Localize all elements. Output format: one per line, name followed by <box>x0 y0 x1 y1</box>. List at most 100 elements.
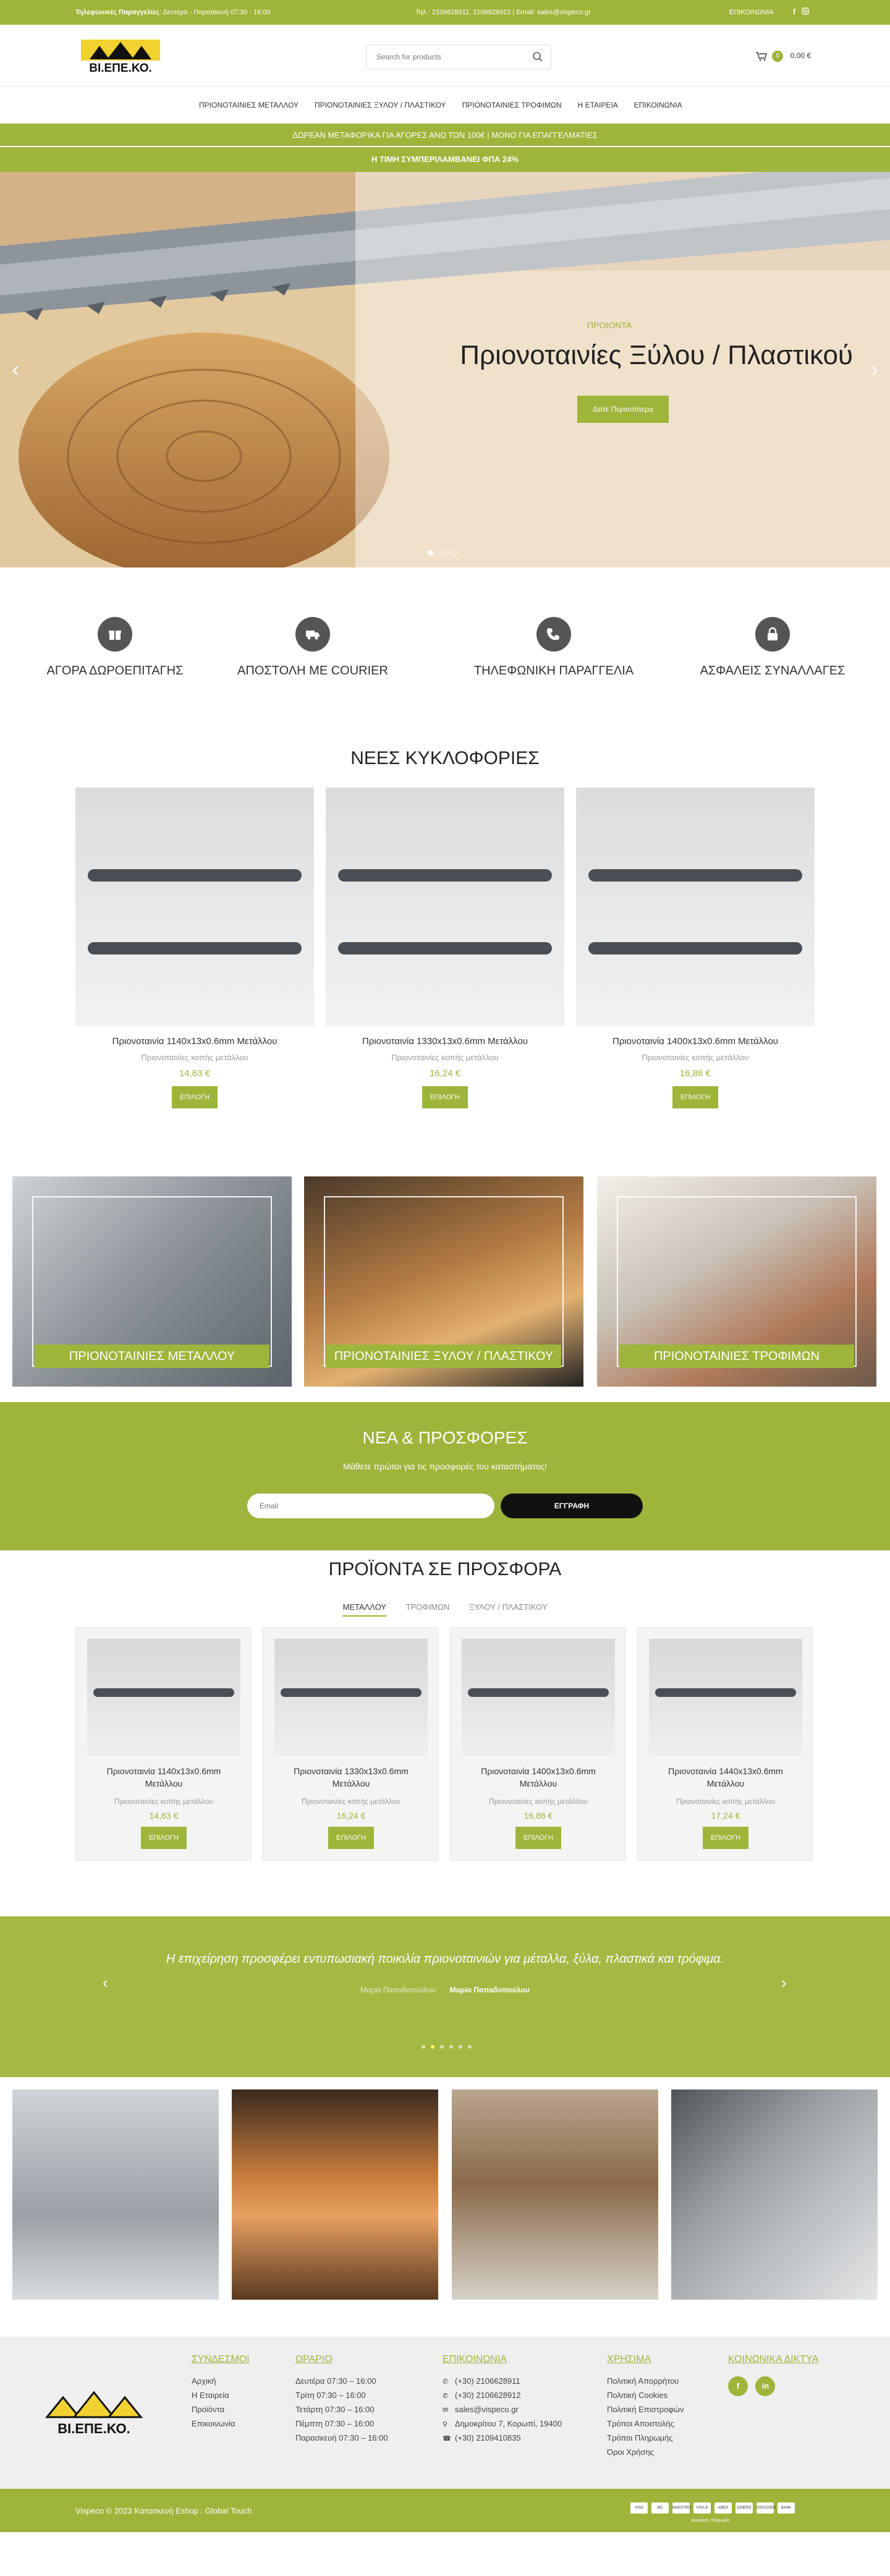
testimonial-dot[interactable] <box>449 2045 453 2049</box>
tab-metal[interactable]: ΜΕΤΑΛΛΟΥ <box>342 1602 387 1617</box>
gallery-image[interactable] <box>452 2089 658 2300</box>
payment-icon: VISA E <box>693 2502 711 2514</box>
site-logo[interactable]: ΒΙ.ΕΠΕ.ΚΟ. <box>77 38 164 75</box>
footer-contact-phone[interactable]: ✆ (+30) 2106628912 <box>443 2391 562 2400</box>
hero-dot[interactable] <box>439 550 445 556</box>
category-label[interactable]: ΠΡΙΟΝΟΤΑΙΝΙΕΣ ΜΕΤΑΛΛΟΥ <box>35 1345 269 1368</box>
gallery-image[interactable] <box>671 2089 878 2300</box>
testimonial-dot[interactable] <box>440 2045 444 2049</box>
product-image[interactable] <box>462 1639 615 1756</box>
footer-link[interactable]: Όροι Χρήσης <box>607 2447 684 2457</box>
cart-icon[interactable] <box>755 51 768 61</box>
linkedin-icon[interactable]: in <box>755 2376 776 2396</box>
product-category[interactable]: Πριονοταινίες κοπής μετάλλου <box>576 1053 815 1062</box>
category-metal[interactable]: ΠΡΙΟΝΟΤΑΙΝΙΕΣ ΜΕΤΑΛΛΟΥ <box>12 1176 292 1387</box>
testimonial-dot[interactable] <box>431 2045 434 2049</box>
search-icon[interactable] <box>532 51 543 62</box>
footer-link[interactable]: Πολιτική Cookies <box>607 2391 684 2400</box>
hero-next-arrow-icon[interactable]: › <box>865 357 884 382</box>
facebook-icon[interactable]: f <box>728 2376 748 2396</box>
select-option-button[interactable]: ΕΠΙΛΟΓΗ <box>422 1086 468 1108</box>
product-image[interactable] <box>75 788 314 1026</box>
search-input[interactable] <box>367 45 521 69</box>
newsletter-subscribe-button[interactable]: ΕΓΓΡΑΦΗ <box>501 1494 643 1518</box>
select-option-button[interactable]: ΕΠΙΛΟΓΗ <box>172 1086 218 1108</box>
feature-secure[interactable]: ΑΣΦΑΛΕΙΣ ΣΥΝΑΛΛΑΓΕΣ <box>680 617 865 678</box>
select-option-button[interactable]: ΕΠΙΛΟΓΗ <box>141 1827 187 1849</box>
select-option-button[interactable]: ΕΠΙΛΟΓΗ <box>703 1827 748 1849</box>
offer-product-card[interactable]: Πριονοταινία 1400x13x0.6mm Μετάλλου Πριο… <box>450 1627 625 1861</box>
feature-phone-order[interactable]: ΤΗΛΕΦΩΝΙΚΗ ΠΑΡΑΓΓΕΛΙΑ <box>461 617 646 678</box>
hero-cta-button[interactable]: Δείτε Περισσότερα <box>577 396 669 423</box>
hero-dot[interactable] <box>428 550 433 556</box>
testimonial-dot[interactable] <box>422 2045 425 2049</box>
footer-link[interactable]: Αρχική <box>192 2376 250 2386</box>
select-option-button[interactable]: ΕΠΙΛΟΓΗ <box>672 1086 718 1108</box>
product-name[interactable]: Πριονοταινία 1330x13x0.6mm Μετάλλου <box>326 1036 564 1047</box>
feature-courier[interactable]: ΑΠΟΣΤΟΛΗ ΜΕ COURIER <box>220 617 405 678</box>
instagram-icon[interactable] <box>801 7 810 16</box>
product-name[interactable]: Πριονοταινία 1440x13x0.6mm Μετάλλου <box>650 1765 801 1790</box>
select-option-button[interactable]: ΕΠΙΛΟΓΗ <box>515 1827 561 1849</box>
testimonial-prev-arrow-icon[interactable]: ‹ <box>103 1973 108 1992</box>
hero-dot[interactable] <box>451 550 457 556</box>
footer-contact-email[interactable]: ✉ sales@vispeco.gr <box>443 2405 562 2414</box>
nav-item-contact[interactable]: ΕΠΙΚΟΙΝΩΝΙΑ <box>634 101 682 109</box>
footer-link[interactable]: Πολιτική Απορρήτου <box>607 2376 684 2386</box>
product-name[interactable]: Πριονοταινία 1330x13x0.6mm Μετάλλου <box>276 1765 426 1790</box>
footer-link[interactable]: Τρόποι Αποστολής <box>607 2419 684 2428</box>
product-image[interactable] <box>326 788 564 1026</box>
gallery-image[interactable] <box>232 2089 438 2300</box>
cart-widget[interactable]: 0 0,00 € <box>755 51 811 63</box>
nav-item-wood-plastic[interactable]: ΠΡΙΟΝΟΤΑΙΝΙΕΣ ΞΥΛΟΥ / ΠΛΑΣΤΙΚΟΥ <box>315 101 446 109</box>
product-name[interactable]: Πριονοταινία 1140x13x0.6mm Μετάλλου <box>88 1765 239 1790</box>
offer-product-card[interactable]: Πριονοταινία 1140x13x0.6mm Μετάλλου Πριο… <box>75 1627 251 1861</box>
nav-item-company[interactable]: Η ΕΤΑΙΡΕΙΑ <box>578 101 618 109</box>
product-category[interactable]: Πριονοταινίες κοπής μετάλλου <box>451 1797 626 1806</box>
hero-prev-arrow-icon[interactable]: ‹ <box>6 357 25 382</box>
footer-link[interactable]: Προϊόντα <box>192 2405 250 2414</box>
newsletter-email-input[interactable] <box>247 1494 494 1518</box>
product-card[interactable]: Πριονοταινία 1140x13x0.6mm Μετάλλου Πριο… <box>75 788 314 1108</box>
product-name[interactable]: Πριονοταινία 1140x13x0.6mm Μετάλλου <box>75 1036 314 1047</box>
gallery-image[interactable] <box>12 2089 219 2300</box>
footer-contact-phone[interactable]: ✆ (+30) 2106628911 <box>443 2376 562 2386</box>
product-card[interactable]: Πριονοταινία 1330x13x0.6mm Μετάλλου Πριο… <box>326 788 564 1108</box>
category-wood-plastic[interactable]: ΠΡΙΟΝΟΤΑΙΝΙΕΣ ΞΥΛΟΥ / ΠΛΑΣΤΙΚΟΥ <box>304 1176 583 1387</box>
footer-link[interactable]: Πολιτική Επιστροφών <box>607 2405 684 2414</box>
category-food[interactable]: ΠΡΙΟΝΟΤΑΙΝΙΕΣ ΤΡΟΦΙΜΩΝ <box>597 1176 876 1387</box>
testimonial-dot[interactable] <box>468 2045 472 2049</box>
product-category[interactable]: Πριονοταινίες κοπής μετάλλου <box>76 1797 252 1806</box>
product-image[interactable] <box>576 788 815 1026</box>
offer-product-card[interactable]: Πριονοταινία 1440x13x0.6mm Μετάλλου Πριο… <box>637 1627 813 1861</box>
footer-link[interactable]: Τρόποι Πληρωμής <box>607 2433 684 2442</box>
product-image[interactable] <box>87 1639 240 1756</box>
testimonial-next-arrow-icon[interactable]: › <box>781 1973 787 1992</box>
nav-item-food[interactable]: ΠΡΙΟΝΟΤΑΙΝΙΕΣ ΤΡΟΦΙΜΩΝ <box>462 101 562 109</box>
select-option-button[interactable]: ΕΠΙΛΟΓΗ <box>328 1827 374 1849</box>
footer-link[interactable]: Επικοινωνία <box>192 2419 250 2428</box>
product-image[interactable] <box>649 1639 802 1756</box>
product-category[interactable]: Πριονοταινίες κοπής μετάλλου <box>75 1053 314 1062</box>
product-category[interactable]: Πριονοταινίες κοπής μετάλλου <box>638 1797 813 1806</box>
footer-logo[interactable]: ΒΙ.ΕΠΕ.ΚΟ. <box>38 2389 150 2438</box>
footer-contact-fax: ☎ (+30) 2109410835 <box>443 2433 521 2442</box>
offer-product-card[interactable]: Πριονοταινία 1330x13x0.6mm Μετάλλου Πριο… <box>263 1627 438 1861</box>
product-name[interactable]: Πριονοταινία 1400x13x0.6mm Μετάλλου <box>576 1036 815 1047</box>
facebook-icon[interactable]: f <box>790 7 799 16</box>
feature-gift-card[interactable]: ΑΓΟΡΑ ΔΩΡΟΕΠΙΤΑΓΗΣ <box>22 617 208 678</box>
product-category[interactable]: Πριονοταινίες κοπής μετάλλου <box>263 1797 439 1806</box>
product-name[interactable]: Πριονοταινία 1400x13x0.6mm Μετάλλου <box>463 1765 614 1790</box>
tab-wood-plastic[interactable]: ΞΥΛΟΥ / ΠΛΑΣΤΙΚΟΥ <box>469 1602 548 1615</box>
product-category[interactable]: Πριονοταινίες κοπής μετάλλου <box>326 1053 564 1062</box>
footer-link[interactable]: Η Εταιρεία <box>192 2391 250 2400</box>
product-price: 14,63 € <box>179 1068 211 1079</box>
category-label[interactable]: ΠΡΙΟΝΟΤΑΙΝΙΕΣ ΞΥΛΟΥ / ΠΛΑΣΤΙΚΟΥ <box>326 1345 561 1368</box>
top-contact-link[interactable]: ΕΠΙΚΟΙΝΩΝΙΑ <box>729 9 773 16</box>
nav-item-metal[interactable]: ΠΡΙΟΝΟΤΑΙΝΙΕΣ ΜΕΤΑΛΛΟΥ <box>199 101 299 109</box>
product-image[interactable] <box>274 1639 428 1756</box>
product-card[interactable]: Πριονοταινία 1400x13x0.6mm Μετάλλου Πριο… <box>576 788 815 1108</box>
category-label[interactable]: ΠΡΙΟΝΟΤΑΙΝΙΕΣ ΤΡΟΦΙΜΩΝ <box>619 1345 854 1368</box>
testimonial-dot[interactable] <box>459 2045 462 2049</box>
tab-food[interactable]: ΤΡΟΦΙΜΩΝ <box>406 1602 450 1615</box>
